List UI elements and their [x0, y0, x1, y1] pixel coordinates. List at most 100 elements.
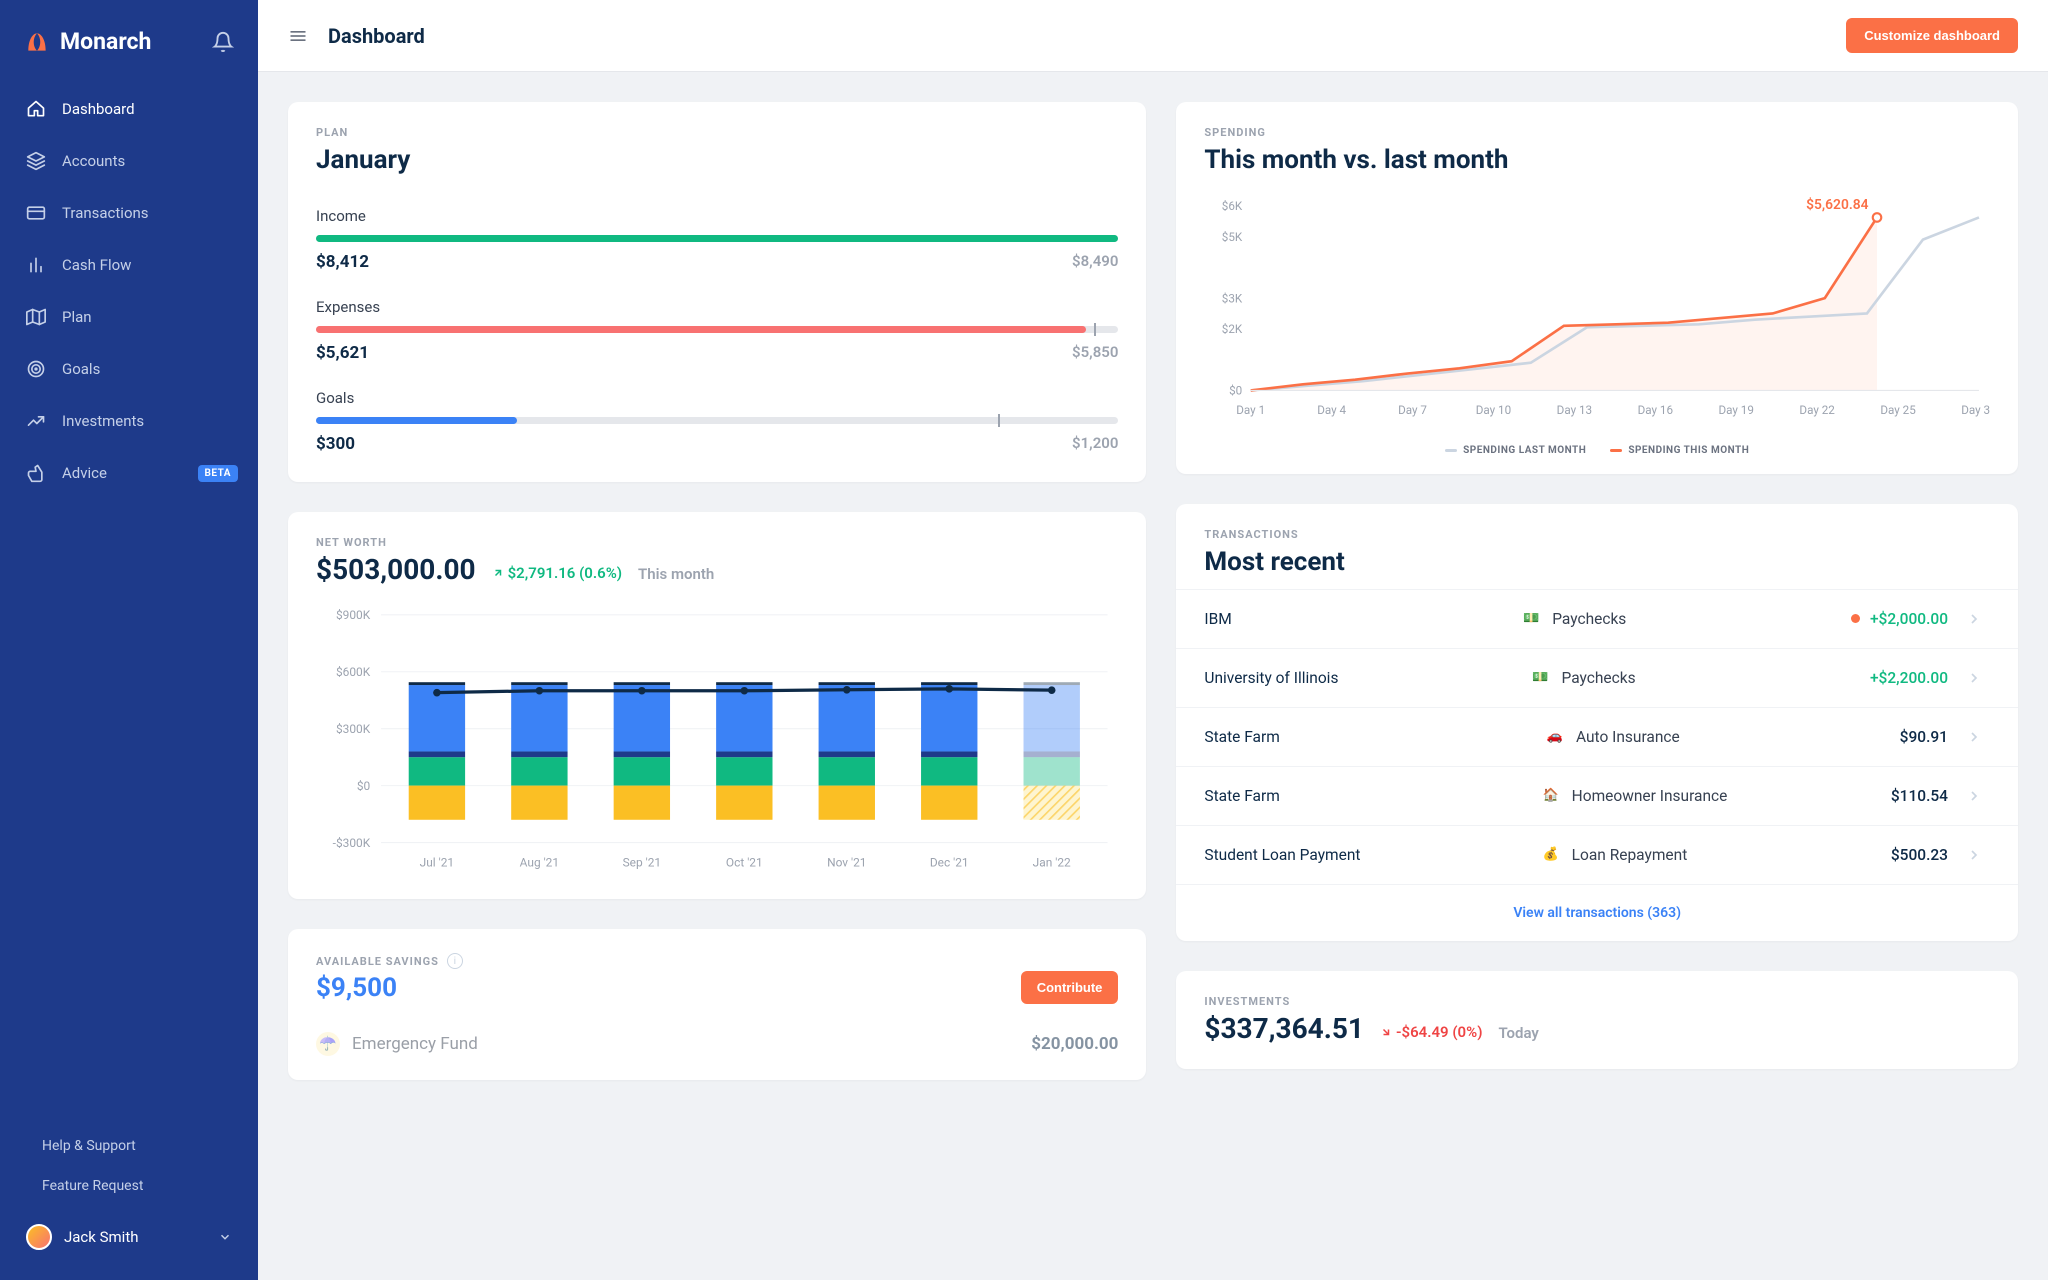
sidebar-item-label: Cash Flow: [62, 256, 131, 274]
transaction-row[interactable]: State Farm 🏠Homeowner Insurance $110.54: [1176, 766, 2018, 825]
svg-text:Jul '21: Jul '21: [420, 855, 454, 869]
sidebar-item-label: Accounts: [62, 152, 125, 170]
user-name: Jack Smith: [64, 1228, 139, 1246]
plan-row-goals[interactable]: Goals $300 $1,200: [316, 369, 1118, 460]
target-icon: [26, 359, 46, 379]
sidebar-item-cash-flow[interactable]: Cash Flow: [10, 241, 248, 289]
spending-chart: $0$2K$3K$5K$6KDay 1Day 4Day 7Day 10Day 1…: [1176, 187, 2018, 445]
nav: Dashboard Accounts Transactions Cash Flow Pl…: [0, 85, 258, 497]
view-all-transactions-link[interactable]: View all transactions (363): [1176, 884, 2018, 941]
savings-label: AVAILABLE SAVINGS: [316, 955, 439, 968]
transaction-amount: $110.54: [1891, 787, 1948, 805]
category-icon: 💵: [1520, 611, 1542, 627]
sidebar-item-label: Transactions: [62, 204, 149, 222]
category-icon: 🚗: [1544, 729, 1566, 745]
menu-icon[interactable]: [288, 26, 308, 46]
category-icon: 💵: [1530, 670, 1552, 686]
spending-label: SPENDING: [1204, 126, 1990, 139]
plan-row-label: Expenses: [316, 298, 1118, 316]
map-icon: [26, 307, 46, 327]
sidebar-item-label: Help & Support: [42, 1138, 136, 1154]
svg-text:$600K: $600K: [336, 665, 371, 679]
transaction-merchant: IBM: [1204, 610, 1502, 628]
plan-target: $8,490: [1072, 252, 1118, 272]
plan-target: $5,850: [1072, 343, 1118, 363]
sidebar-item-transactions[interactable]: Transactions: [10, 189, 248, 237]
svg-text:Day 19: Day 19: [1719, 403, 1754, 417]
flag-dot-icon: [1851, 614, 1860, 623]
plan-value: $5,621: [316, 343, 369, 363]
plan-target: $1,200: [1072, 434, 1118, 454]
svg-text:$300K: $300K: [336, 722, 371, 736]
sidebar-item-goals[interactable]: Goals: [10, 345, 248, 393]
sidebar-item-label: Plan: [62, 308, 92, 326]
trend-icon: [26, 411, 46, 431]
plan-row-income[interactable]: Income $8,412 $8,490: [316, 187, 1118, 278]
savings-amount: $9,500: [316, 973, 463, 1003]
svg-text:$2K: $2K: [1222, 322, 1243, 336]
sidebar-item-feature-request[interactable]: Feature Request: [10, 1166, 248, 1206]
transaction-amount: $90.91: [1900, 728, 1948, 746]
emergency-fund-value: $20,000.00: [1031, 1034, 1118, 1054]
transaction-category: 🚗Auto Insurance: [1544, 728, 1882, 746]
svg-text:Dec '21: Dec '21: [930, 855, 969, 869]
investments-amount: $337,364.51: [1204, 1012, 1364, 1045]
chevron-right-icon: [1966, 788, 1990, 804]
svg-text:Day 13: Day 13: [1557, 403, 1592, 417]
plan-title: January: [316, 145, 1118, 175]
plan-label: PLAN: [316, 126, 1118, 139]
chevron-right-icon: [1966, 611, 1990, 627]
svg-text:Day 22: Day 22: [1800, 403, 1836, 417]
svg-text:Day 1: Day 1: [1237, 403, 1266, 417]
svg-text:$900K: $900K: [336, 608, 371, 622]
spending-title: This month vs. last month: [1204, 145, 1990, 175]
networth-label: NET WORTH: [316, 536, 1118, 549]
info-icon[interactable]: i: [447, 953, 463, 969]
savings-card: AVAILABLE SAVINGS i $9,500 Contribute ☂️…: [288, 929, 1146, 1080]
transaction-row[interactable]: State Farm 🚗Auto Insurance $90.91: [1176, 707, 2018, 766]
svg-text:Day 31: Day 31: [1962, 403, 1990, 417]
transaction-merchant: Student Loan Payment: [1204, 846, 1521, 864]
transaction-category: 💵Paychecks: [1530, 669, 1852, 687]
sidebar-item-plan[interactable]: Plan: [10, 293, 248, 341]
plan-row-label: Goals: [316, 389, 1118, 407]
svg-text:$0: $0: [1230, 384, 1243, 398]
bell-icon[interactable]: [212, 31, 234, 53]
category-icon: 💰: [1540, 847, 1562, 863]
category-icon: 🏠: [1540, 788, 1562, 804]
networth-chart: -$300K$0$300K$600K$900KJul '21Aug '21Sep…: [288, 594, 1146, 899]
home-icon: [26, 99, 46, 119]
logo-text: Monarch: [60, 28, 151, 55]
svg-text:Day 25: Day 25: [1881, 403, 1917, 417]
plan-value: $300: [316, 434, 355, 454]
networth-delta: $2,791.16 (0.6%): [492, 564, 622, 582]
contribute-button[interactable]: Contribute: [1021, 971, 1119, 1004]
sidebar-item-investments[interactable]: Investments: [10, 397, 248, 445]
transaction-amount: +$2,200.00: [1870, 669, 1948, 687]
customize-dashboard-button[interactable]: Customize dashboard: [1846, 18, 2018, 53]
transaction-row[interactable]: IBM 💵Paychecks +$2,000.00: [1176, 589, 2018, 648]
page-title: Dashboard: [328, 24, 425, 48]
transactions-label: TRANSACTIONS: [1204, 528, 1990, 541]
svg-text:$3K: $3K: [1222, 291, 1243, 305]
user-menu[interactable]: Jack Smith: [10, 1210, 248, 1264]
plan-row-expenses[interactable]: Expenses $5,621 $5,850: [316, 278, 1118, 369]
sidebar-item-advice[interactable]: AdviceBETA: [10, 449, 248, 497]
svg-text:Day 16: Day 16: [1638, 403, 1673, 417]
plan-value: $8,412: [316, 252, 369, 272]
avatar: [26, 1224, 52, 1250]
chevron-right-icon: [1966, 847, 1990, 863]
logo[interactable]: Monarch: [24, 28, 151, 55]
sidebar-item-accounts[interactable]: Accounts: [10, 137, 248, 185]
sidebar-item-dashboard[interactable]: Dashboard: [10, 85, 248, 133]
svg-text:Oct '21: Oct '21: [726, 855, 763, 869]
chevron-right-icon: [1966, 670, 1990, 686]
sidebar-item-help-support[interactable]: Help & Support: [10, 1126, 248, 1166]
emergency-fund-row[interactable]: ☂️ Emergency Fund $20,000.00: [316, 1032, 1118, 1056]
svg-text:Sep '21: Sep '21: [623, 855, 662, 869]
transaction-row[interactable]: University of Illinois 💵Paychecks +$2,20…: [1176, 648, 2018, 707]
spending-card: SPENDING This month vs. last month $0 $2K…: [1176, 102, 2018, 474]
plan-row-label: Income: [316, 207, 1118, 225]
transaction-merchant: State Farm: [1204, 787, 1521, 805]
transaction-row[interactable]: Student Loan Payment 💰Loan Repayment $50…: [1176, 825, 2018, 884]
